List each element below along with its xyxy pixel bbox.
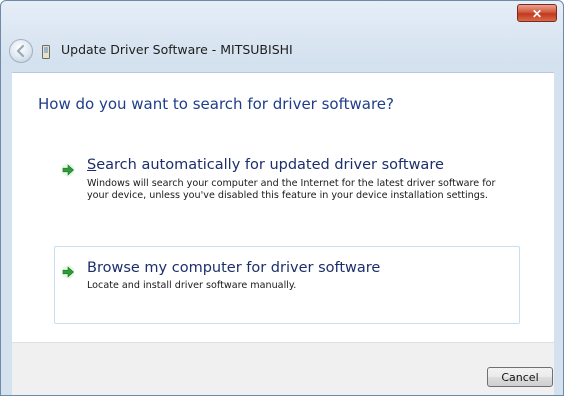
browse-computer-option[interactable]: Browse my computer for driver software L… xyxy=(54,246,520,324)
green-arrow-icon xyxy=(61,163,75,177)
window-title: Update Driver Software - MITSUBISHI xyxy=(61,42,293,57)
option-title-text: earch automatically for updated driver s… xyxy=(96,157,444,173)
option-title: Browse my computer for driver software xyxy=(87,260,381,276)
green-arrow-icon xyxy=(61,265,75,279)
back-button[interactable] xyxy=(9,39,33,63)
back-arrow-icon xyxy=(16,44,25,58)
device-icon xyxy=(42,45,50,59)
option-description: Windows will search your computer and th… xyxy=(87,178,496,201)
title-bar: Update Driver Software - MITSUBISHI xyxy=(1,31,563,71)
option-title: Search automatically for updated driver … xyxy=(87,157,444,173)
dialog-window: ✕ Update Driver Software - MITSUBISHI Ho… xyxy=(0,0,564,396)
page-heading: How do you want to search for driver sof… xyxy=(38,95,394,113)
search-automatically-option[interactable]: Search automatically for updated driver … xyxy=(54,150,520,242)
dialog-footer: Cancel xyxy=(12,342,554,395)
main-content: How do you want to search for driver sof… xyxy=(12,72,554,343)
close-button[interactable]: ✕ xyxy=(517,4,557,22)
cancel-button[interactable]: Cancel xyxy=(487,367,553,387)
option-description: Locate and install driver software manua… xyxy=(87,280,297,291)
access-key: S xyxy=(87,157,97,173)
